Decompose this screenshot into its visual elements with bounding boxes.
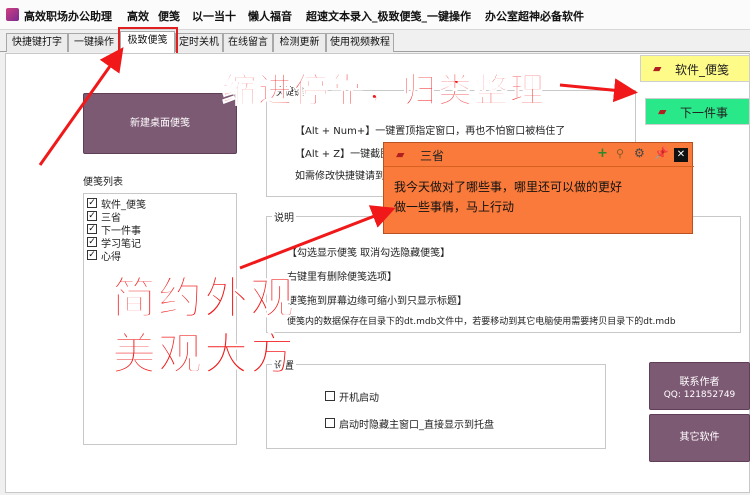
- pin-icon[interactable]: 📌: [654, 146, 669, 160]
- menu-yidangshi[interactable]: 以一当十: [192, 8, 236, 24]
- tab-bar: 快捷键打字 一键操作 极致便笺 定时关机 在线留言 检测更新 使用视频教程: [0, 30, 750, 53]
- note-pin-icon: ▰: [396, 148, 405, 161]
- note-pin-icon: ▰: [658, 105, 667, 118]
- floating-note-software[interactable]: ▰ 软件_便笺: [640, 55, 750, 82]
- tab-update[interactable]: 检测更新: [273, 33, 326, 52]
- popup-content: 我今天做对了哪些事，哪里还可以做的更好 做一些事情，马上行动: [394, 180, 623, 214]
- instructions-line-4: 便笺内的数据保存在目录下的dt.mdb文件中，若要移动到其它电脑使用需要拷贝目录…: [287, 317, 676, 327]
- tab-message[interactable]: 在线留言: [223, 33, 273, 52]
- tab-shortcut-typing[interactable]: 快捷键打字: [6, 33, 68, 52]
- contact-label: 联系作者: [679, 377, 720, 388]
- contact-qq: QQ: 121852749: [663, 390, 736, 400]
- instructions-line-2: 右键里有删除便笺选项】: [287, 272, 397, 283]
- shortcut-line-3: 如需修改快捷键请到: [295, 171, 385, 182]
- menu-chaosu[interactable]: 超速文本录入_极致便笺_一键操作: [306, 8, 471, 24]
- instructions-line-1: 【勾选显示便笺 取消勾选隐藏便笺】: [287, 248, 451, 259]
- shortcut-line-2: 【Alt + Z】一键截图: [295, 149, 391, 160]
- instructions-label: 说明: [272, 209, 296, 224]
- note-checkbox[interactable]: ✓: [87, 224, 97, 234]
- menu-gaoxiao[interactable]: 高效: [127, 8, 149, 24]
- headline-bottom-line1: 简约外观: [112, 273, 296, 325]
- link-icon[interactable]: ⚲: [616, 147, 624, 160]
- other-software-button[interactable]: 其它软件: [649, 414, 750, 462]
- autostart-checkbox[interactable]: [325, 391, 335, 401]
- note-checkbox[interactable]: ✓: [87, 198, 97, 208]
- headline-top: 缩进停靠，归类整理: [222, 71, 546, 112]
- app-icon: [6, 8, 19, 21]
- tab-video[interactable]: 使用视频教程: [326, 33, 394, 52]
- popup-title: 三省: [420, 149, 445, 163]
- menu-lanren[interactable]: 懒人福音: [248, 8, 292, 24]
- menu-bar: 高效职场办公助理 高效 便笺 以一当十 懒人福音 超速文本录入_极致便笺_一键操…: [0, 0, 750, 30]
- floating-note-next[interactable]: ▰ 下一件事: [645, 98, 750, 125]
- close-icon[interactable]: ✕: [674, 148, 688, 162]
- app-title: 高效职场办公助理: [24, 10, 112, 23]
- settings-group: [266, 364, 606, 449]
- tab-shutdown[interactable]: 定时关机: [175, 33, 223, 52]
- note-pin-icon: ▰: [653, 62, 662, 75]
- hide-main-checkbox[interactable]: [325, 418, 335, 428]
- shortcut-line-1: 【Alt + Num+】一键置顶指定窗口，再也不怕窗口被档住了: [295, 126, 566, 137]
- floating-note-title: 软件_便笺: [675, 63, 730, 77]
- note-checkbox[interactable]: ✓: [87, 250, 97, 260]
- note-checkbox[interactable]: ✓: [87, 211, 97, 221]
- new-note-button[interactable]: 新建桌面便笺: [83, 93, 237, 154]
- note-list-label: 便笺列表: [83, 177, 123, 188]
- tab-highlight-box: [118, 27, 178, 56]
- popup-header[interactable]: ▰ 三省 + ⚲ ⚙ 📌 ✕: [384, 143, 694, 167]
- add-icon[interactable]: +: [597, 146, 608, 161]
- gear-icon[interactable]: ⚙: [634, 146, 645, 160]
- popup-content-area[interactable]: 我今天做对了哪些事，哪里还可以做的更好 做一些事情，马上行动: [384, 168, 694, 235]
- headline-bottom-line2: 美观大方: [112, 329, 296, 381]
- contact-author-button[interactable]: 联系作者 QQ: 121852749: [649, 362, 750, 410]
- floating-note-title: 下一件事: [680, 106, 729, 120]
- autostart-label: 开机启动: [339, 393, 379, 404]
- note-checkbox[interactable]: ✓: [87, 237, 97, 247]
- hide-main-label: 启动时隐藏主窗口_直接显示到托盘: [339, 420, 494, 431]
- instructions-line-3: 便笺拖到屏幕边缘可缩小到只显示标题】: [287, 296, 467, 307]
- list-item-label: 心得: [101, 252, 121, 263]
- menu-bangongshi[interactable]: 办公室超神必备软件: [485, 8, 584, 24]
- tab-one-click[interactable]: 一键操作: [68, 33, 120, 52]
- menu-bianjian[interactable]: 便笺: [158, 8, 180, 24]
- popup-note[interactable]: ▰ 三省 + ⚲ ⚙ 📌 ✕ 我今天做对了哪些事，哪里还可以做的更好 做一些事情…: [383, 142, 694, 235]
